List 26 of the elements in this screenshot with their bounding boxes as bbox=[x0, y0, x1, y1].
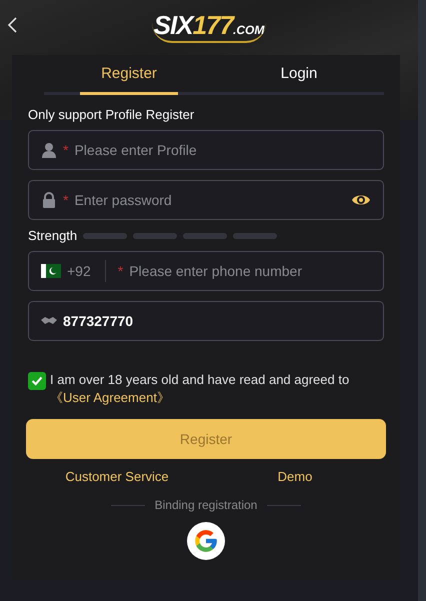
footer-link[interactable]: Customer Service bbox=[28, 469, 206, 484]
binding-label: Binding registration bbox=[154, 498, 258, 512]
agreement-text: I am over 18 years old and have read and agreed to 《User Agreement》 bbox=[50, 371, 350, 407]
user-agreement-link[interactable]: 《User Agreement》 bbox=[50, 390, 170, 405]
google-button[interactable] bbox=[187, 522, 225, 560]
code-field[interactable]: 877327770 bbox=[28, 301, 384, 341]
person-icon bbox=[41, 142, 57, 158]
country-code[interactable]: +92 bbox=[67, 263, 91, 279]
password-input[interactable]: Enter password bbox=[74, 192, 345, 208]
strength-label: Strength bbox=[28, 228, 78, 243]
flag-icon[interactable] bbox=[41, 264, 61, 278]
tab[interactable]: Login bbox=[214, 55, 384, 95]
footer-link[interactable]: Demo bbox=[206, 469, 384, 484]
required-mark: * bbox=[63, 142, 68, 158]
phone-field[interactable]: +92 * Please enter phone number bbox=[28, 251, 384, 291]
required-mark: * bbox=[63, 192, 68, 208]
profile-input[interactable]: Please enter Profile bbox=[74, 142, 371, 158]
agreement-checkbox[interactable] bbox=[28, 372, 46, 390]
required-mark: * bbox=[118, 263, 124, 279]
register-note: Only support Profile Register bbox=[28, 107, 196, 122]
lock-icon bbox=[41, 192, 57, 208]
phone-input[interactable]: Please enter phone number bbox=[129, 263, 371, 279]
code-input[interactable]: 877327770 bbox=[63, 313, 371, 329]
google-icon bbox=[193, 528, 219, 554]
logo: SIX177.COM bbox=[152, 10, 266, 42]
tab[interactable]: Register bbox=[44, 55, 214, 95]
